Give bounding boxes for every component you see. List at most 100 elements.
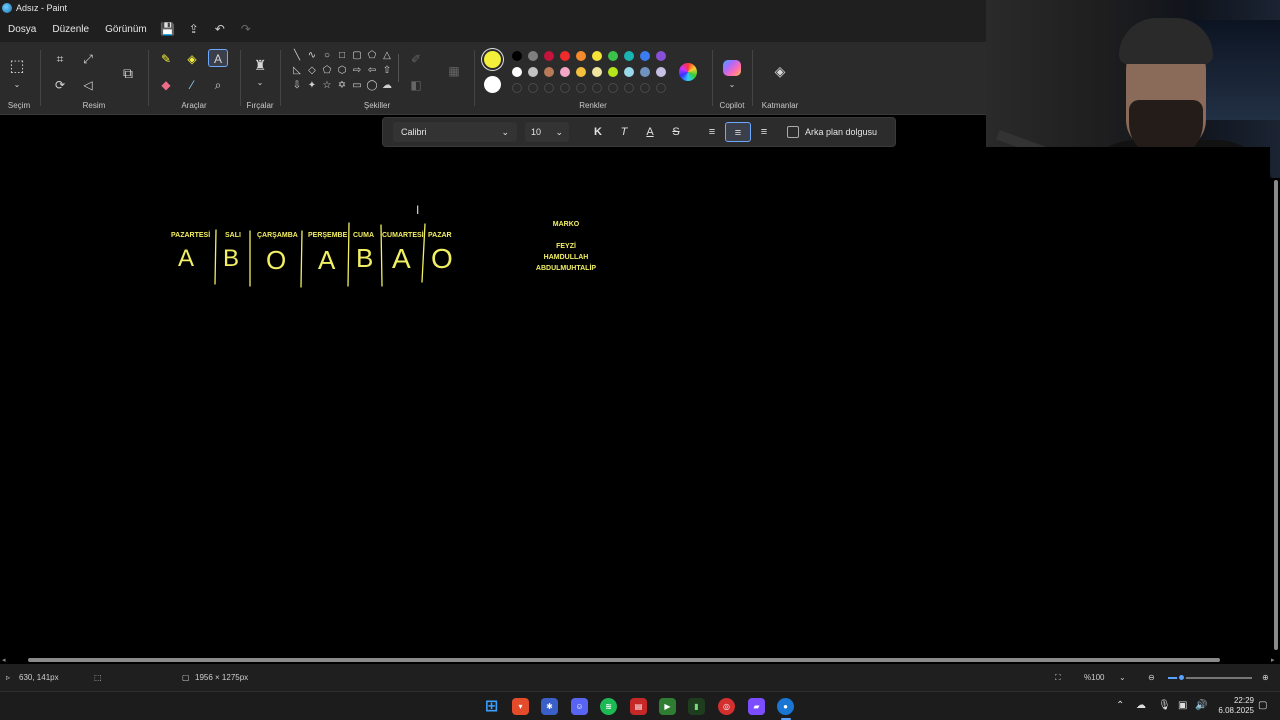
palette-color-swatch[interactable]: [544, 51, 554, 61]
chevron-down-icon[interactable]: ⌄: [1119, 673, 1126, 682]
settings-app-icon[interactable]: ✱: [541, 698, 558, 715]
cloud-shape-icon[interactable]: ☁: [380, 80, 394, 91]
image-select-icon[interactable]: ⧉: [118, 64, 138, 82]
shape-fill-icon[interactable]: ◧: [406, 76, 426, 94]
zoom-slider-handle[interactable]: [1177, 673, 1187, 682]
background-fill-checkbox[interactable]: [787, 126, 799, 138]
volume-icon[interactable]: 🔊: [1195, 700, 1207, 711]
underline-button[interactable]: A: [637, 122, 663, 142]
palette-color-swatch[interactable]: [592, 51, 602, 61]
crop-icon[interactable]: ⌗: [50, 50, 70, 68]
primary-color-swatch[interactable]: [484, 51, 501, 68]
palette-color-swatch[interactable]: [512, 67, 522, 77]
down-arrow-shape-icon[interactable]: ⇩: [290, 80, 304, 91]
custom-color-slot[interactable]: [640, 83, 650, 93]
six-point-star-shape-icon[interactable]: ✡: [335, 80, 349, 91]
font-size-select[interactable]: 10 ⌄: [525, 122, 569, 142]
palette-color-swatch[interactable]: [576, 51, 586, 61]
left-arrow-shape-icon[interactable]: ⇦: [365, 65, 379, 76]
network-icon[interactable]: ▣: [1178, 700, 1187, 711]
taskbar-clock[interactable]: 22:29 6.08.2025: [1218, 696, 1254, 716]
align-right-icon[interactable]: ≡: [751, 122, 777, 142]
horizontal-scroll-thumb[interactable]: [28, 658, 1220, 662]
menu-view[interactable]: Görünüm: [97, 24, 155, 35]
palette-color-swatch[interactable]: [544, 67, 554, 77]
spotify-icon[interactable]: ≋: [600, 698, 617, 715]
custom-color-slot[interactable]: [560, 83, 570, 93]
paint-taskbar-icon[interactable]: ●: [777, 698, 794, 715]
four-point-star-shape-icon[interactable]: ✦: [305, 80, 319, 91]
share-icon[interactable]: ⇪: [181, 22, 207, 36]
palette-color-swatch[interactable]: [640, 51, 650, 61]
redo-icon[interactable]: ↷: [233, 22, 259, 36]
palette-color-swatch[interactable]: [656, 67, 666, 77]
palette-color-swatch[interactable]: [528, 51, 538, 61]
zoom-level[interactable]: %100: [1084, 673, 1104, 682]
vertical-scrollbar[interactable]: [1272, 178, 1280, 654]
shape-style-icon[interactable]: ▦: [444, 62, 464, 80]
vertical-scroll-thumb[interactable]: [1274, 180, 1278, 650]
discord-icon[interactable]: ☺: [571, 698, 588, 715]
chevron-down-icon[interactable]: ⌄: [722, 76, 742, 94]
terminal-app-icon[interactable]: ▶: [659, 698, 676, 715]
font-family-select[interactable]: Calibri ⌄: [393, 122, 517, 142]
five-point-star-shape-icon[interactable]: ☆: [320, 80, 334, 91]
layers-icon[interactable]: ◈: [770, 62, 790, 80]
zoom-out-icon[interactable]: ⊖: [1148, 673, 1155, 682]
palette-color-swatch[interactable]: [624, 51, 634, 61]
zoom-in-icon[interactable]: ⊕: [1262, 673, 1269, 682]
italic-button[interactable]: T: [611, 122, 637, 142]
right-arrow-shape-icon[interactable]: ⇨: [350, 65, 364, 76]
chevron-down-icon[interactable]: ⌄: [250, 74, 270, 92]
palette-color-swatch[interactable]: [512, 51, 522, 61]
save-icon[interactable]: 💾: [155, 22, 181, 36]
scroll-right-icon[interactable]: ▸: [1271, 656, 1275, 664]
recording-app-icon[interactable]: ◎: [718, 698, 735, 715]
copilot-icon[interactable]: [723, 60, 741, 76]
align-left-icon[interactable]: ≡: [699, 122, 725, 142]
palette-color-swatch[interactable]: [560, 67, 570, 77]
polygon-shape-icon[interactable]: ⬠: [365, 50, 379, 61]
chevron-down-icon[interactable]: ⌄: [7, 76, 27, 94]
curve-shape-icon[interactable]: ∿: [305, 50, 319, 61]
pencil-icon[interactable]: ✎: [156, 50, 176, 68]
palette-color-swatch[interactable]: [608, 51, 618, 61]
line-shape-icon[interactable]: ╲: [290, 50, 304, 61]
palette-color-swatch[interactable]: [640, 67, 650, 77]
menu-file[interactable]: Dosya: [0, 24, 44, 35]
palette-color-swatch[interactable]: [592, 67, 602, 77]
outline-icon[interactable]: ✐: [406, 50, 426, 68]
scroll-left-icon[interactable]: ◂: [2, 656, 6, 664]
selection-rect-icon[interactable]: ⬚: [7, 58, 27, 76]
strikethrough-button[interactable]: S: [663, 122, 689, 142]
custom-color-slot[interactable]: [608, 83, 618, 93]
hexagon-shape-icon[interactable]: ⬡: [335, 65, 349, 76]
zoom-slider[interactable]: [1168, 673, 1252, 682]
text-tool-icon[interactable]: A: [208, 49, 228, 67]
rounded-rect-shape-icon[interactable]: ▢: [350, 50, 364, 61]
stream-app-icon[interactable]: ▰: [748, 698, 765, 715]
brave-browser-icon[interactable]: ▾: [512, 698, 529, 715]
palette-color-swatch[interactable]: [624, 67, 634, 77]
secondary-color-swatch[interactable]: [484, 76, 501, 93]
custom-color-slot[interactable]: [592, 83, 602, 93]
custom-color-slot[interactable]: [576, 83, 586, 93]
tray-overflow-icon[interactable]: ⌃: [1116, 700, 1124, 711]
callout-oval-shape-icon[interactable]: ◯: [365, 80, 379, 91]
microphone-icon[interactable]: 🎙: [1158, 700, 1171, 711]
menu-edit[interactable]: Düzenle: [44, 24, 97, 35]
rectangle-shape-icon[interactable]: □: [335, 50, 349, 61]
undo-icon[interactable]: ↶: [207, 22, 233, 36]
windows-start-icon[interactable]: ⊞: [483, 698, 500, 715]
diamond-shape-icon[interactable]: ◇: [305, 65, 319, 76]
oval-shape-icon[interactable]: ○: [320, 50, 334, 61]
custom-color-slot[interactable]: [624, 83, 634, 93]
magnifier-icon[interactable]: ⌕: [208, 76, 228, 94]
bold-button[interactable]: K: [585, 122, 611, 142]
color-picker-icon[interactable]: ⁄: [182, 76, 202, 94]
palette-color-swatch[interactable]: [528, 67, 538, 77]
media-app-icon[interactable]: ▤: [630, 698, 647, 715]
fill-bucket-icon[interactable]: ◈: [182, 50, 202, 68]
custom-color-slot[interactable]: [528, 83, 538, 93]
custom-color-slot[interactable]: [656, 83, 666, 93]
